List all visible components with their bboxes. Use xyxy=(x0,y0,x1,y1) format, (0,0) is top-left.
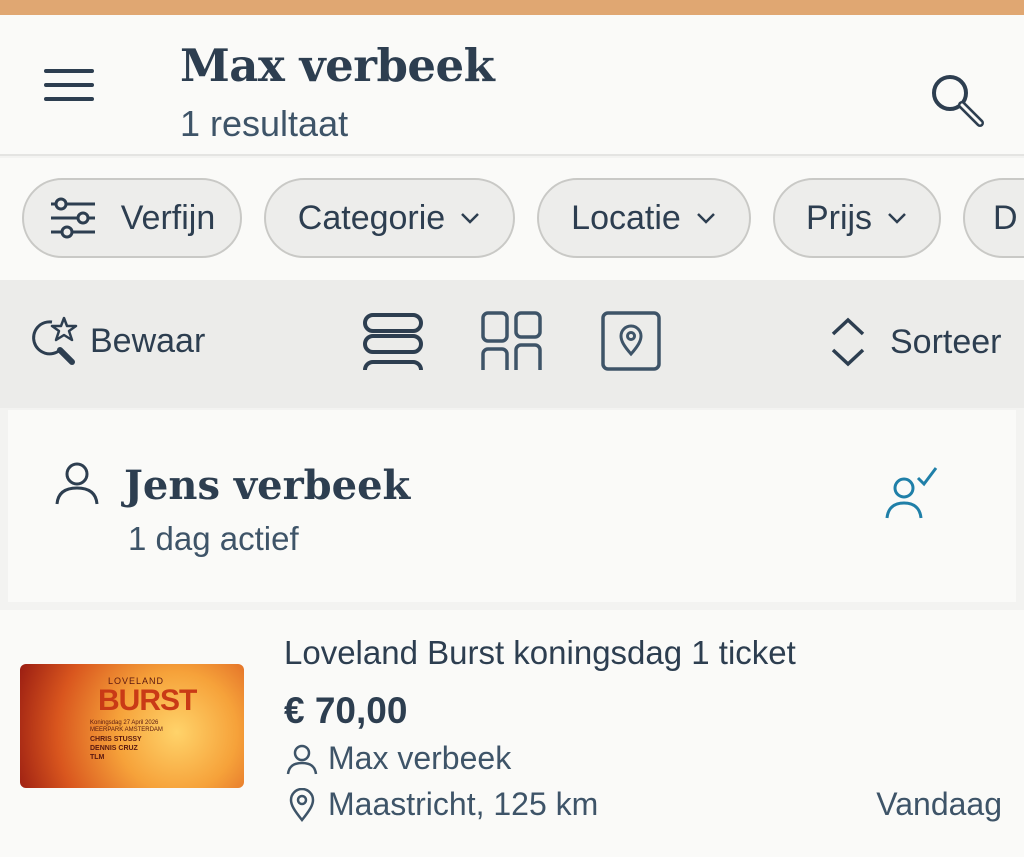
listing-title[interactable]: Loveland Burst koningsdag 1 ticket xyxy=(284,634,796,672)
sliders-icon xyxy=(50,197,95,239)
app-header: Max verbeek 1 resultaat xyxy=(0,15,1024,156)
list-view-icon xyxy=(363,313,423,371)
poster-line: DENNIS CRUZ xyxy=(90,745,138,752)
poster-line: MEERPARK AMSTERDAM xyxy=(90,727,163,733)
profile-activity: 1 dag actief xyxy=(128,520,299,557)
chevron-down-icon xyxy=(461,213,480,224)
view-toolbar: Bewaar Sorteer xyxy=(0,280,1024,408)
chevron-down-icon xyxy=(888,213,906,224)
chevron-down-icon xyxy=(696,213,715,224)
category-label: Categorie xyxy=(297,198,446,237)
filter-bar: Verfijn Categorie Locatie Prijs D xyxy=(0,158,1024,280)
user-icon xyxy=(55,462,99,505)
top-accent-bar xyxy=(0,0,1024,15)
location-pin-icon xyxy=(289,787,315,822)
date-filter-chip[interactable]: D xyxy=(963,178,1024,258)
save-label: Bewaar xyxy=(90,321,206,360)
user-icon xyxy=(286,744,318,774)
category-filter-chip[interactable]: Categorie xyxy=(264,178,515,258)
location-label: Locatie xyxy=(571,198,681,237)
seller-profile-card[interactable]: Jens verbeek 1 dag actief xyxy=(8,410,1016,602)
location-filter-chip[interactable]: Locatie xyxy=(537,178,751,258)
sort-button[interactable]: Sorteer xyxy=(828,316,1002,368)
grid-view-icon xyxy=(481,311,542,370)
poster-headline: BURST xyxy=(98,684,197,717)
listing-price: € 70,00 xyxy=(284,690,408,731)
follow-user-icon[interactable] xyxy=(882,464,942,524)
grid-view-button[interactable] xyxy=(480,310,544,372)
price-filter-chip[interactable]: Prijs xyxy=(773,178,941,258)
listing-image[interactable]: LOVELAND BURST Koningsdag 27 April 2026 … xyxy=(20,664,244,788)
poster-line: Koningsdag 27 April 2026 xyxy=(90,720,159,726)
listing-date: Vandaag xyxy=(876,786,1002,822)
profile-name: Jens verbeek xyxy=(124,462,411,509)
list-view-button[interactable] xyxy=(362,312,424,372)
location-text: Maastricht, 125 km xyxy=(328,786,599,822)
map-view-button[interactable] xyxy=(600,310,662,372)
listing-card[interactable]: LOVELAND BURST Koningsdag 27 April 2026 … xyxy=(0,610,1024,857)
sort-icon xyxy=(831,317,865,367)
menu-icon[interactable] xyxy=(44,69,94,105)
listing-seller: Max verbeek xyxy=(286,740,511,777)
partial-filter-label: D xyxy=(993,198,1018,237)
search-icon[interactable] xyxy=(926,69,988,131)
poster-line: CHRIS STUSSY xyxy=(90,736,142,743)
sort-label: Sorteer xyxy=(890,322,1002,361)
save-search-icon xyxy=(32,316,78,365)
poster-line: TLM xyxy=(90,754,105,761)
page-title: Max verbeek xyxy=(180,39,495,92)
seller-name: Max verbeek xyxy=(328,740,512,776)
result-count: 1 resultaat xyxy=(180,103,349,144)
refine-filter-chip[interactable]: Verfijn xyxy=(22,178,242,258)
refine-label: Verfijn xyxy=(120,198,216,237)
save-search-button[interactable]: Bewaar xyxy=(26,312,205,370)
listing-location: Maastricht, 125 km xyxy=(288,786,598,823)
price-label: Prijs xyxy=(805,198,873,237)
map-pin-icon xyxy=(601,311,661,371)
